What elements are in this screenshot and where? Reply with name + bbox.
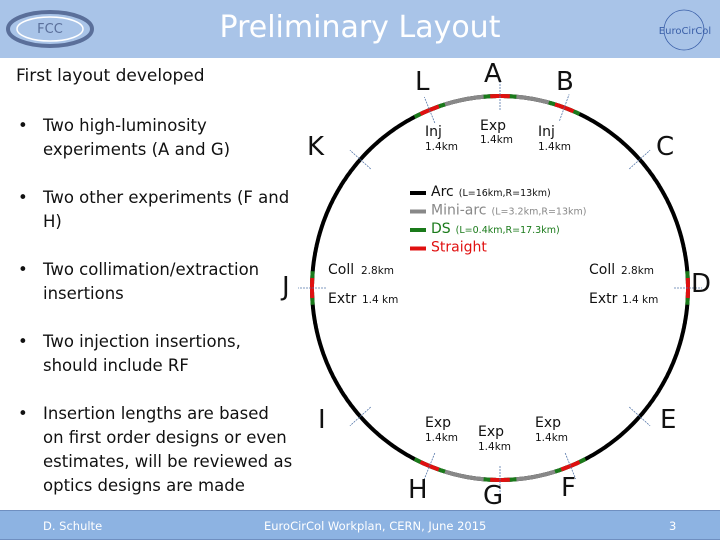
- footer-event: EuroCirCol Workplan, CERN, June 2015: [264, 519, 487, 533]
- point-F: F: [561, 473, 576, 503]
- inj-l-label: Inj: [425, 124, 442, 140]
- legend-label: Arc (L=16km,R=13km): [431, 184, 551, 200]
- exp-f-label: Exp: [535, 415, 561, 431]
- legend-label: DS (L=0.4km,R=17.3km): [431, 221, 560, 237]
- legend-swatch: [410, 191, 426, 195]
- exp-h-length: 1.4km: [425, 432, 458, 444]
- exp-g-length: 1.4km: [478, 441, 511, 453]
- exp-h-label: Exp: [425, 415, 451, 431]
- point-H: H: [408, 475, 428, 505]
- coll-d-label: Coll: [589, 262, 615, 278]
- legend-label: Straight: [431, 240, 487, 256]
- footer-bar: D. Schulte EuroCirCol Workplan, CERN, Ju…: [0, 510, 720, 540]
- extr-j-length: 1.4 km: [362, 294, 398, 306]
- point-E: E: [660, 405, 676, 435]
- exp-a-label: Exp: [480, 118, 506, 134]
- point-C: C: [656, 132, 674, 162]
- legend-swatch: [410, 209, 426, 214]
- coll-j-length: 2.8km: [361, 265, 394, 277]
- page-number: 3: [669, 519, 677, 533]
- point-D: D: [691, 269, 711, 299]
- point-A: A: [484, 59, 502, 89]
- point-J: J: [280, 272, 290, 302]
- exp-g-label: Exp: [478, 424, 504, 440]
- legend-swatch: [410, 246, 426, 251]
- point-I: I: [318, 405, 326, 435]
- coll-d-length: 2.8km: [621, 265, 654, 277]
- legend: Arc (L=16km,R=13km) Mini-arc (L=3.2km,R=13k…: [410, 184, 586, 256]
- extr-j-label: Extr: [328, 291, 357, 307]
- footer-author: D. Schulte: [43, 519, 103, 533]
- inj-l-length: 1.4km: [425, 141, 458, 153]
- point-K: K: [307, 132, 325, 162]
- legend-swatch: [410, 228, 426, 232]
- legend-label: Mini-arc (L=3.2km,R=13km): [431, 203, 586, 219]
- point-B: B: [556, 67, 574, 97]
- extr-d-label: Extr: [589, 291, 618, 307]
- point-L: L: [415, 67, 430, 97]
- inj-b-label: Inj: [538, 124, 555, 140]
- exp-a-length: 1.4km: [480, 134, 513, 146]
- coll-j-label: Coll: [328, 262, 354, 278]
- point-G: G: [483, 481, 503, 511]
- arc-segment: [310, 94, 690, 482]
- collider-layout-diagram: L A B K C J D I E H G F Inj 1.4km Exp 1.…: [280, 59, 711, 511]
- exp-f-length: 1.4km: [535, 432, 568, 444]
- extr-d-length: 1.4 km: [622, 294, 658, 306]
- inj-b-length: 1.4km: [538, 141, 571, 153]
